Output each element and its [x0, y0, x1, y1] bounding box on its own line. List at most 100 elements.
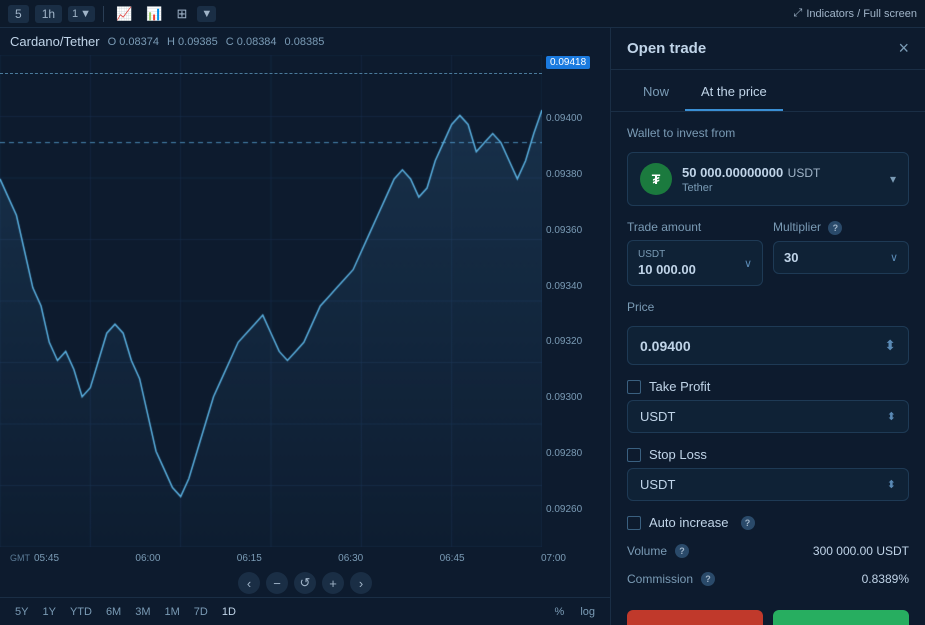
- price-scale: 0.09418 0.09400 0.09380 0.09360 0.09340 …: [542, 55, 610, 517]
- take-profit-select[interactable]: USDT ⬍: [627, 400, 909, 433]
- price-field[interactable]: 0.09400 ⬍: [627, 326, 909, 365]
- stop-loss-currency: USDT: [640, 477, 675, 492]
- price-value: 0.09400: [640, 338, 691, 354]
- stop-loss-arrows-icon: ⬍: [887, 478, 896, 491]
- panel-close-btn[interactable]: ×: [898, 38, 909, 59]
- period-6m[interactable]: 6M: [101, 604, 126, 620]
- multiplier-help-icon: ?: [828, 221, 842, 235]
- buy-button[interactable]: Buy: [773, 610, 909, 625]
- period-right: % log: [550, 604, 600, 620]
- candle-chart-btn[interactable]: ⊞: [172, 5, 191, 23]
- chart-back-btn[interactable]: ‹: [238, 572, 260, 594]
- multiplier-label-row: Multiplier ?: [773, 220, 909, 235]
- tab-now[interactable]: Now: [627, 78, 685, 111]
- toolbar: 5 1h 1 ▼ 📈 📊 ⊞ ▼ ⤢ Indicators / Full scr…: [0, 0, 925, 28]
- action-buttons: Sell Buy: [611, 600, 925, 625]
- price-stepper-icon: ⬍: [884, 337, 896, 354]
- period-percent[interactable]: %: [550, 604, 570, 620]
- take-profit-arrows-icon: ⬍: [887, 410, 896, 423]
- chart-controls: ‹ − ↺ + ›: [0, 569, 610, 597]
- period-selector: 5Y 1Y YTD 6M 3M 1M 7D 1D % log: [0, 597, 610, 625]
- trade-amount-col: Trade amount USDT 10 000.00 ∨: [627, 220, 763, 286]
- interval-5-btn[interactable]: 5: [8, 5, 29, 23]
- interval-1-dropdown[interactable]: 1 ▼: [68, 6, 95, 22]
- wallet-selector[interactable]: ₮ 50 000.00000000 USDT Tether ▾: [627, 152, 909, 206]
- price-section: Price 0.09400 ⬍: [627, 300, 909, 365]
- trade-amount-label: Trade amount: [627, 220, 763, 234]
- stop-loss-checkbox[interactable]: [627, 448, 641, 462]
- chart-header: Cardano/Tether O 0.08374 H 0.09385 C 0.0…: [0, 28, 610, 55]
- period-7d[interactable]: 7D: [189, 604, 213, 620]
- more-chart-dropdown[interactable]: ▼: [197, 6, 216, 22]
- volume-row: Volume ? 300 000.00 USDT: [627, 544, 909, 558]
- chart-title: Cardano/Tether: [10, 34, 100, 49]
- time-axis-labels: 05:45 06:00 06:15 06:30 06:45 07:00: [34, 553, 566, 564]
- take-profit-section: Take Profit USDT ⬍: [627, 379, 909, 433]
- period-ytd[interactable]: YTD: [65, 604, 97, 620]
- main-layout: Cardano/Tether O 0.08374 H 0.09385 C 0.0…: [0, 28, 925, 625]
- chart-canvas-wrapper: 0.09418 0.09400 0.09380 0.09360 0.09340 …: [0, 55, 610, 547]
- right-panel: Open trade × Now At the price Wallet to …: [610, 28, 925, 625]
- auto-increase-help-icon: ?: [741, 516, 755, 530]
- line-chart-btn[interactable]: 📈: [112, 5, 136, 23]
- wallet-name: Tether: [682, 182, 820, 194]
- stop-loss-label: Stop Loss: [649, 447, 707, 462]
- interval-1h-btn[interactable]: 1h: [35, 5, 62, 23]
- period-5y[interactable]: 5Y: [10, 604, 33, 620]
- period-1m[interactable]: 1M: [160, 604, 185, 620]
- volume-help-icon: ?: [675, 544, 689, 558]
- wallet-amount-row: 50 000.00000000 USDT: [682, 164, 820, 182]
- take-profit-label: Take Profit: [649, 379, 710, 394]
- trade-amount-arrow-icon: ∨: [744, 257, 752, 270]
- chart-area: Cardano/Tether O 0.08374 H 0.09385 C 0.0…: [0, 28, 610, 625]
- wallet-section: Wallet to invest from ₮ 50 000.00000000 …: [627, 126, 909, 206]
- bar-chart-btn[interactable]: 📊: [142, 5, 166, 23]
- current-price-badge: 0.09418: [546, 56, 590, 69]
- trade-amount-input[interactable]: USDT 10 000.00 ∨: [627, 240, 763, 286]
- trade-amount-multiplier-row: Trade amount USDT 10 000.00 ∨ Multiplier…: [627, 220, 909, 286]
- commission-value: 0.8389%: [862, 572, 909, 586]
- wallet-chevron-icon: ▾: [890, 172, 896, 186]
- volume-label: Volume ?: [627, 544, 689, 558]
- time-axis: GMT 05:45 06:00 06:15 06:30 06:45 07:00: [0, 547, 610, 569]
- tabs: Now At the price: [611, 70, 925, 112]
- commission-label: Commission ?: [627, 572, 715, 586]
- tether-icon: ₮: [640, 163, 672, 195]
- multiplier-value: 30: [784, 250, 798, 265]
- auto-increase-row: Auto increase ?: [627, 515, 909, 530]
- panel-header: Open trade ×: [611, 28, 925, 70]
- chart-zoom-out-btn[interactable]: −: [266, 572, 288, 594]
- period-1y[interactable]: 1Y: [37, 604, 60, 620]
- chart-forward-btn[interactable]: ›: [350, 572, 372, 594]
- chart-reset-btn[interactable]: ↺: [294, 572, 316, 594]
- take-profit-checkbox[interactable]: [627, 380, 641, 394]
- panel-title: Open trade: [627, 40, 706, 57]
- stop-loss-section: Stop Loss USDT ⬍: [627, 447, 909, 501]
- chart-zoom-in-btn[interactable]: +: [322, 572, 344, 594]
- toolbar-right: ⤢ Indicators / Full screen: [794, 7, 917, 20]
- price-label: Price: [627, 300, 909, 314]
- chart-ohlc: O 0.08374 H 0.09385 C 0.08384 0.08385: [108, 36, 325, 48]
- auto-increase-label: Auto increase: [649, 515, 729, 530]
- multiplier-arrow-icon: ∨: [890, 251, 898, 264]
- dashed-price-line: [0, 73, 542, 74]
- take-profit-checkbox-row: Take Profit: [627, 379, 909, 394]
- trade-value: 10 000.00: [638, 262, 696, 277]
- sell-button[interactable]: Sell: [627, 610, 763, 625]
- volume-value: 300 000.00 USDT: [813, 544, 909, 558]
- tab-at-price[interactable]: At the price: [685, 78, 783, 111]
- stop-loss-select[interactable]: USDT ⬍: [627, 468, 909, 501]
- period-log[interactable]: log: [575, 604, 600, 620]
- period-1d[interactable]: 1D: [217, 604, 241, 620]
- multiplier-input[interactable]: 30 ∨: [773, 241, 909, 274]
- form-body: Wallet to invest from ₮ 50 000.00000000 …: [611, 112, 925, 600]
- indicators-fullscreen-btn[interactable]: ⤢ Indicators / Full screen: [794, 7, 917, 20]
- auto-increase-checkbox[interactable]: [627, 516, 641, 530]
- wallet-info: 50 000.00000000 USDT Tether: [682, 164, 820, 194]
- wallet-left: ₮ 50 000.00000000 USDT Tether: [640, 163, 820, 195]
- stop-loss-checkbox-row: Stop Loss: [627, 447, 909, 462]
- take-profit-currency: USDT: [640, 409, 675, 424]
- multiplier-col: Multiplier ? 30 ∨: [773, 220, 909, 286]
- commission-row: Commission ? 0.8389%: [627, 572, 909, 586]
- period-3m[interactable]: 3M: [130, 604, 155, 620]
